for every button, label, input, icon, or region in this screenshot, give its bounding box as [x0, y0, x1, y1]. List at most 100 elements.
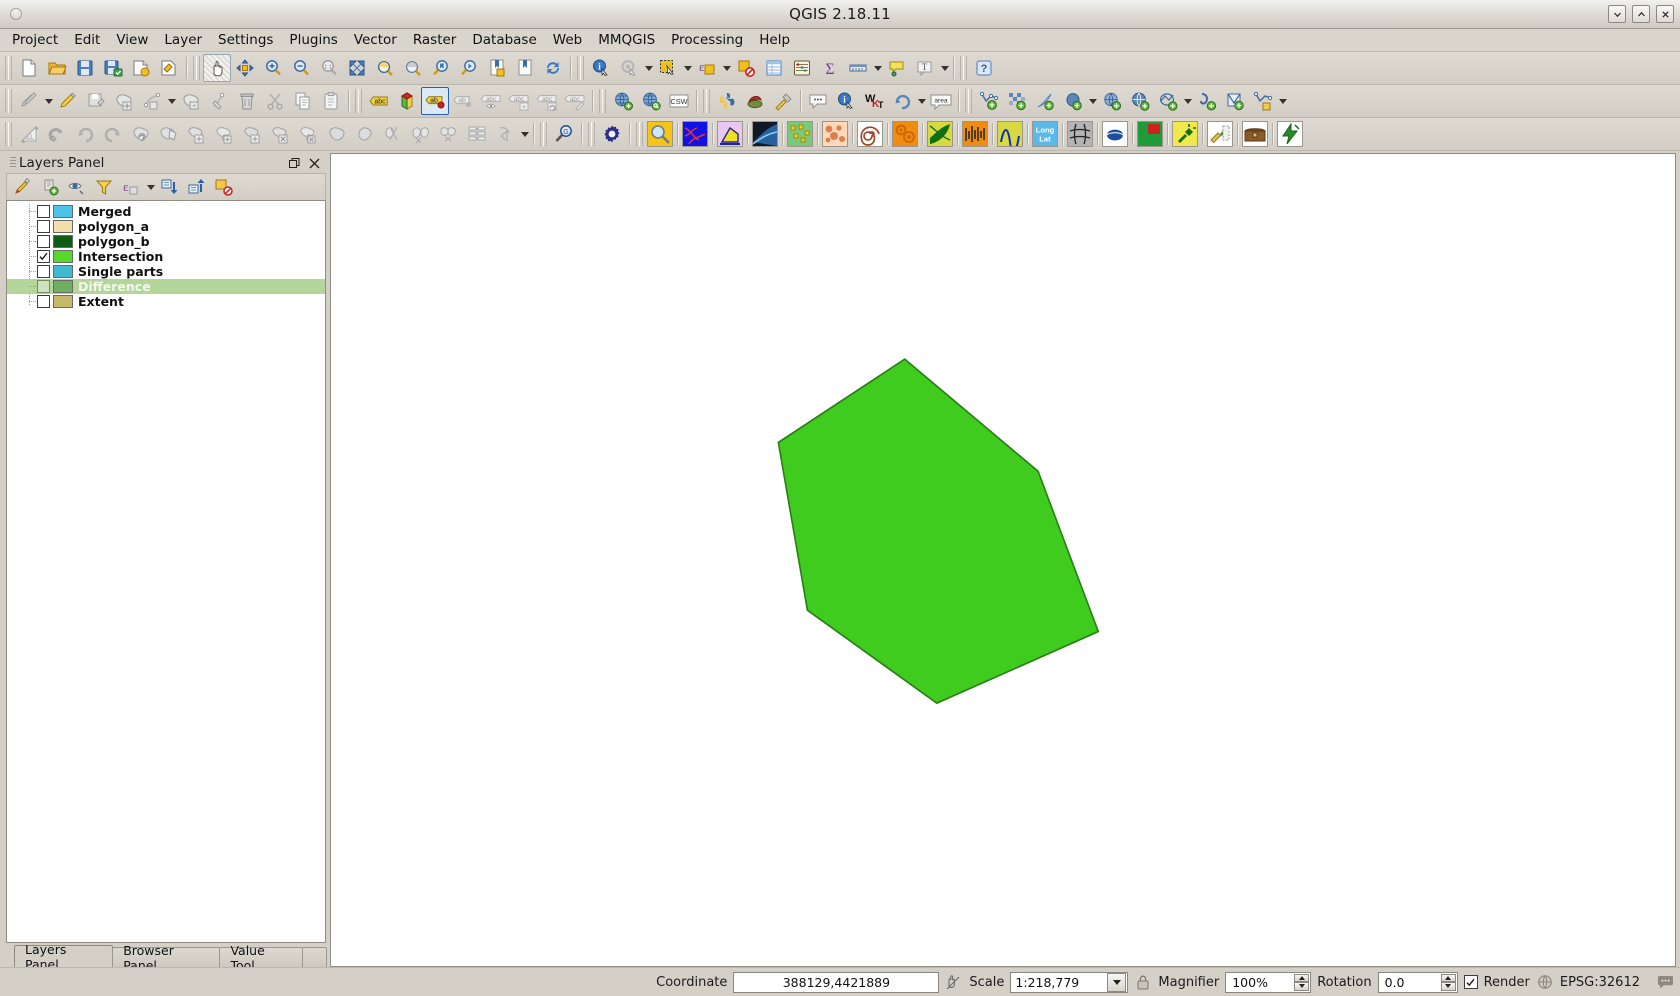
map-tips-icon[interactable] — [883, 54, 911, 82]
layer-row-extent[interactable]: Extent — [7, 294, 325, 309]
save-project-icon[interactable] — [71, 54, 99, 82]
zoom-to-selection-icon[interactable] — [371, 54, 399, 82]
chevron-down-icon[interactable] — [1107, 972, 1127, 992]
plugin-connect-icon[interactable] — [1171, 120, 1199, 148]
style-manager-icon[interactable] — [393, 87, 421, 115]
run-feature-action-icon[interactable] — [615, 54, 643, 82]
close-panel-icon[interactable] — [306, 155, 322, 171]
coordinate-capture-icon[interactable] — [945, 973, 963, 991]
filter-legend-dropdown-icon[interactable] — [145, 174, 156, 200]
menu-raster[interactable]: Raster — [405, 30, 465, 50]
layer-row-intersection[interactable]: Intersection — [7, 249, 325, 264]
toolbar-grip[interactable] — [960, 56, 967, 80]
expand-all-icon[interactable] — [157, 175, 183, 199]
toolbar-grip[interactable] — [965, 89, 972, 113]
gps-information-icon[interactable]: G — [550, 120, 578, 148]
menu-mmqgis[interactable]: MMQGIS — [590, 30, 663, 50]
toolbar-grip[interactable] — [5, 122, 12, 146]
zoom-out-icon[interactable] — [287, 54, 315, 82]
style-manager-icon[interactable] — [10, 175, 36, 199]
annotation-dropdown-icon[interactable] — [939, 55, 950, 81]
add-postgis-layer-icon[interactable] — [1059, 87, 1087, 115]
paste-features-icon[interactable] — [317, 87, 345, 115]
undo-icon[interactable] — [888, 87, 916, 115]
close-button[interactable] — [1656, 5, 1674, 23]
measure-dropdown-icon[interactable] — [872, 55, 883, 81]
float-panel-icon[interactable] — [286, 155, 302, 171]
wave-plot-icon[interactable] — [996, 120, 1024, 148]
wkt-icon[interactable]: WKT — [860, 87, 888, 115]
reshape-features-icon[interactable] — [323, 120, 351, 148]
coordinate-input[interactable]: 388129,4421889 — [733, 971, 940, 993]
toolbar-grip[interactable] — [193, 56, 200, 80]
stepper-up-icon[interactable] — [1294, 973, 1310, 982]
menu-view[interactable]: View — [108, 30, 156, 50]
identify-info-icon[interactable]: i — [832, 87, 860, 115]
snapping-options-icon[interactable] — [43, 120, 71, 148]
gear-plugin-icon[interactable] — [891, 120, 919, 148]
maximize-button[interactable] — [1632, 5, 1650, 23]
csw-icon[interactable]: CSW — [665, 87, 693, 115]
text-annotation-icon[interactable]: T — [911, 54, 939, 82]
cut-features-icon[interactable] — [261, 87, 289, 115]
add-delimited-text-layer-icon[interactable] — [1031, 87, 1059, 115]
toolbar-grip[interactable] — [540, 122, 547, 146]
simplify-feature-icon[interactable] — [155, 120, 183, 148]
chest-plugin-icon[interactable] — [1241, 120, 1269, 148]
layer-visibility-checkbox[interactable] — [37, 295, 50, 308]
stepper-down-icon[interactable] — [1440, 982, 1456, 991]
toolbar-grip[interactable] — [5, 89, 12, 113]
move-label-icon[interactable]: abc — [505, 87, 533, 115]
add-db-dropdown-icon[interactable] — [1087, 88, 1098, 114]
menu-vector[interactable]: Vector — [346, 30, 405, 50]
toolbar-grip[interactable] — [636, 122, 643, 146]
zoom-full-icon[interactable] — [343, 54, 371, 82]
field-calculator-icon[interactable] — [788, 54, 816, 82]
layer-visibility-checkbox[interactable] — [37, 280, 50, 293]
area-icon[interactable]: area — [927, 87, 955, 115]
add-feature-dropdown-icon[interactable] — [166, 88, 177, 114]
add-line-feature-icon[interactable] — [138, 87, 166, 115]
undo-dropdown-icon[interactable] — [916, 88, 927, 114]
toolbar-grip[interactable] — [355, 89, 362, 113]
menu-processing[interactable]: Processing — [663, 30, 751, 50]
help-contents-icon[interactable]: ? — [970, 54, 998, 82]
toolbar-grip[interactable] — [588, 122, 595, 146]
statistical-summary-icon[interactable]: Σ — [816, 54, 844, 82]
new-bookmark-icon[interactable] — [483, 54, 511, 82]
crs-icon[interactable] — [1536, 973, 1554, 991]
tab-layers-panel[interactable]: Layers Panel — [14, 942, 114, 972]
open-project-icon[interactable] — [43, 54, 71, 82]
network-analysis-icon[interactable] — [681, 120, 709, 148]
python-console-icon[interactable] — [713, 87, 741, 115]
toolbar-grip[interactable] — [5, 56, 12, 80]
mouse-plugin-icon[interactable] — [1101, 120, 1129, 148]
delete-selected-icon[interactable] — [233, 87, 261, 115]
add-wms-layer-icon[interactable] — [609, 87, 637, 115]
zoom-native-icon[interactable]: 1:1 — [315, 54, 343, 82]
new-project-icon[interactable] — [15, 54, 43, 82]
render-checkbox[interactable] — [1463, 975, 1478, 989]
deselect-features-icon[interactable] — [732, 54, 760, 82]
new-layer-dropdown-icon[interactable] — [1277, 88, 1288, 114]
show-hide-labels-icon[interactable]: abc — [477, 87, 505, 115]
lat-lon-tools-icon[interactable]: Long Lat — [1031, 120, 1059, 148]
layer-row-polygon-b[interactable]: polygon_b — [7, 234, 325, 249]
composer-manager-icon[interactable] — [155, 54, 183, 82]
raster-terrain-icon[interactable] — [751, 120, 779, 148]
new-memory-layer-icon[interactable] — [1249, 87, 1277, 115]
menu-edit[interactable]: Edit — [66, 30, 108, 50]
scale-lock-icon[interactable] — [1134, 973, 1152, 991]
rotation-spinbox[interactable]: 0.0 — [1377, 971, 1458, 993]
rotate-feature-icon[interactable] — [127, 120, 155, 148]
layer-row-single-parts[interactable]: Single parts — [7, 264, 325, 279]
crs-label[interactable]: EPSG:32612 — [1560, 975, 1640, 990]
new-shapefile-layer-icon[interactable] — [1221, 87, 1249, 115]
save-project-as-icon[interactable] — [99, 54, 127, 82]
plugin-builder-icon[interactable] — [769, 87, 797, 115]
add-part-icon[interactable] — [211, 120, 239, 148]
menu-settings[interactable]: Settings — [210, 30, 281, 50]
metasearch-icon[interactable] — [637, 87, 665, 115]
rotate-label-icon[interactable]: abc — [533, 87, 561, 115]
add-ring-icon[interactable] — [183, 120, 211, 148]
